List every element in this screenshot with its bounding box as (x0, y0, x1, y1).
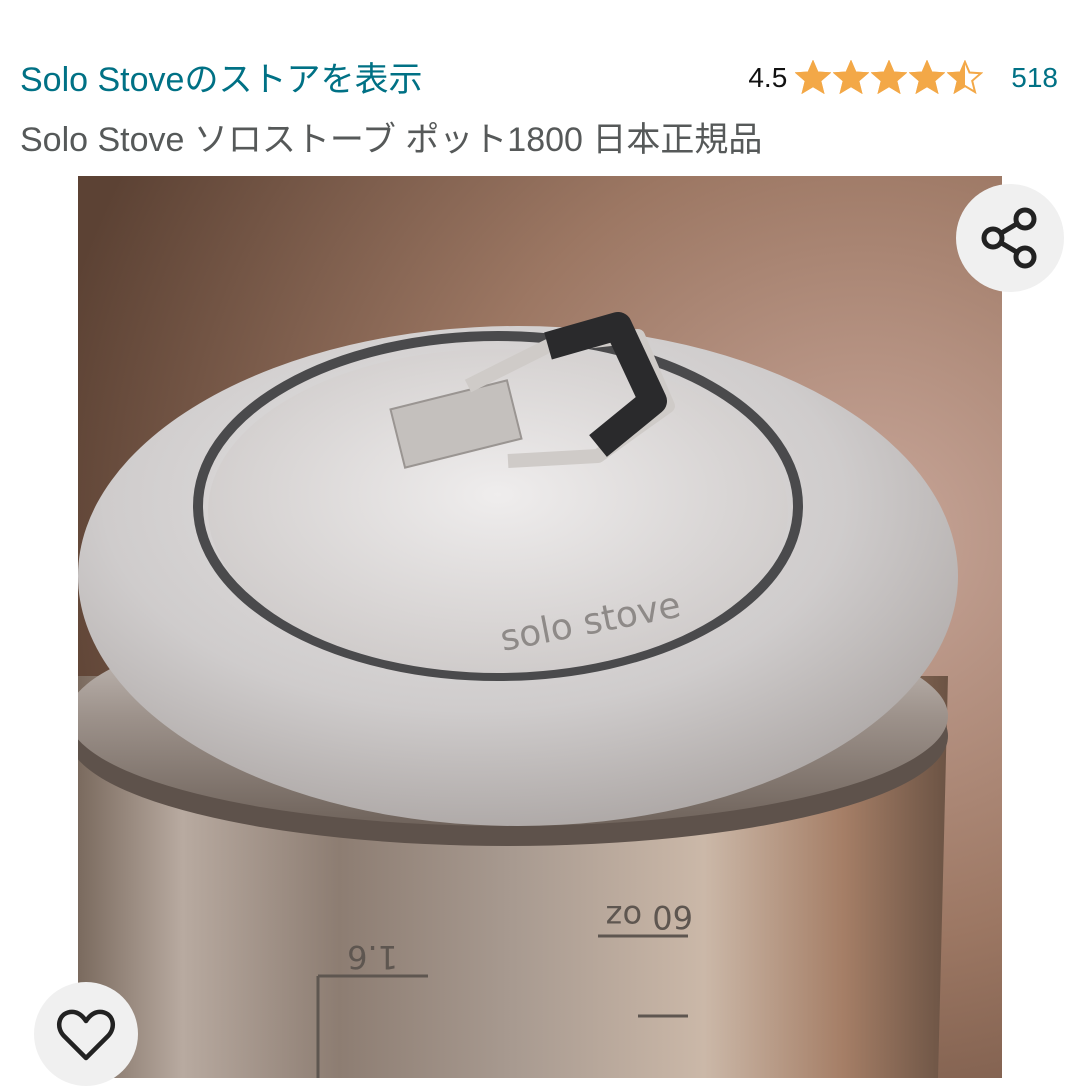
star-full-icon (795, 60, 832, 95)
star-half-icon (947, 60, 984, 95)
star-full-icon (871, 60, 908, 95)
favorite-button[interactable] (34, 982, 138, 1086)
rating-summary[interactable]: 4.5 518 (748, 56, 1058, 100)
star-rating (795, 60, 985, 96)
star-full-icon (833, 60, 870, 95)
measure-l-text: 1.6 (347, 938, 398, 976)
star-full-icon (909, 60, 946, 95)
rating-value: 4.5 (748, 62, 788, 93)
product-title: Solo Stove ソロストーブ ポット1800 日本正規品 (20, 121, 763, 159)
product-image[interactable]: solo stove 60 oz 1.6 (78, 176, 1002, 1078)
store-link[interactable]: Solo Stoveのストアを表示 (20, 52, 422, 101)
share-button[interactable] (956, 184, 1064, 292)
review-count[interactable]: 518 (1011, 62, 1058, 94)
measure-oz-text: 60 oz (606, 898, 693, 936)
share-icon (981, 207, 1037, 269)
heart-outline-icon (56, 1009, 116, 1061)
